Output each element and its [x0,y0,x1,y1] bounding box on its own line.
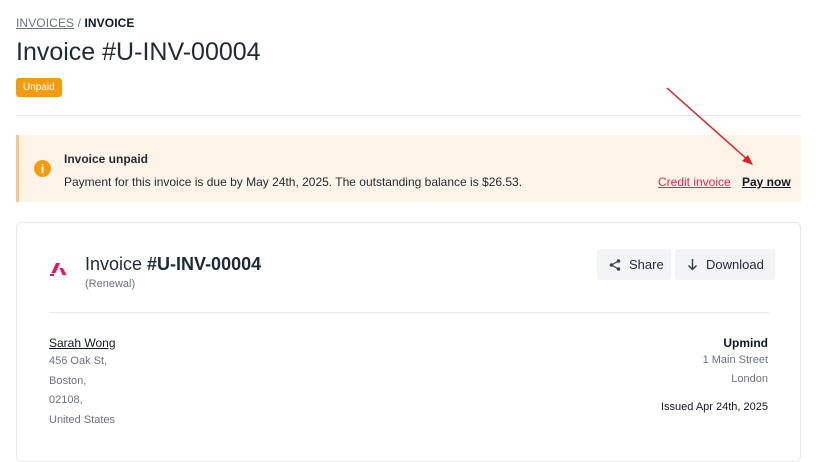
company-name: Upmind [723,336,768,350]
breadcrumb: INVOICES / INVOICE [16,16,135,30]
invoice-number: #U-INV-00004 [147,254,262,274]
breadcrumb-current: INVOICE [84,16,135,30]
invoice-type: (Renewal) [85,278,136,290]
breadcrumb-invoices-link[interactable]: INVOICES [16,16,74,30]
share-icon [609,258,621,271]
customer-address-line: United States [49,414,116,426]
unpaid-alert: i Invoice unpaid Payment for this invoic… [16,135,801,202]
breadcrumb-separator: / [74,16,85,30]
company-address-line: London [731,373,768,385]
credit-invoice-link[interactable]: Credit invoice [658,175,731,189]
invoice-title: Invoice #U-INV-00004 [85,254,261,275]
share-button[interactable]: Share [597,249,671,280]
info-icon: i [34,160,51,177]
arrow-down-icon [687,258,698,271]
upmind-logo-icon [50,263,67,276]
customer-name-link[interactable]: Sarah Wong [49,336,116,350]
card-divider [49,312,769,313]
pay-now-link[interactable]: Pay now [742,175,791,189]
company-address-line: 1 Main Street [702,354,768,366]
status-badge: Unpaid [16,78,62,97]
alert-title: Invoice unpaid [64,152,149,166]
customer-address-line: 02108, [49,394,83,406]
page-title: Invoice #U-INV-00004 [16,38,261,66]
download-label: Download [706,257,764,272]
share-label: Share [629,257,664,272]
customer-address-line: 456 Oak St, [49,355,108,367]
alert-message: Payment for this invoice is due by May 2… [64,175,523,189]
invoice-card: Invoice #U-INV-00004 (Renewal) Share Dow… [16,222,801,462]
invoice-title-prefix: Invoice [85,254,148,274]
download-button[interactable]: Download [675,249,775,280]
issued-date: Issued Apr 24th, 2025 [660,401,768,413]
customer-address-line: Boston, [49,375,87,387]
header-divider [16,115,801,116]
